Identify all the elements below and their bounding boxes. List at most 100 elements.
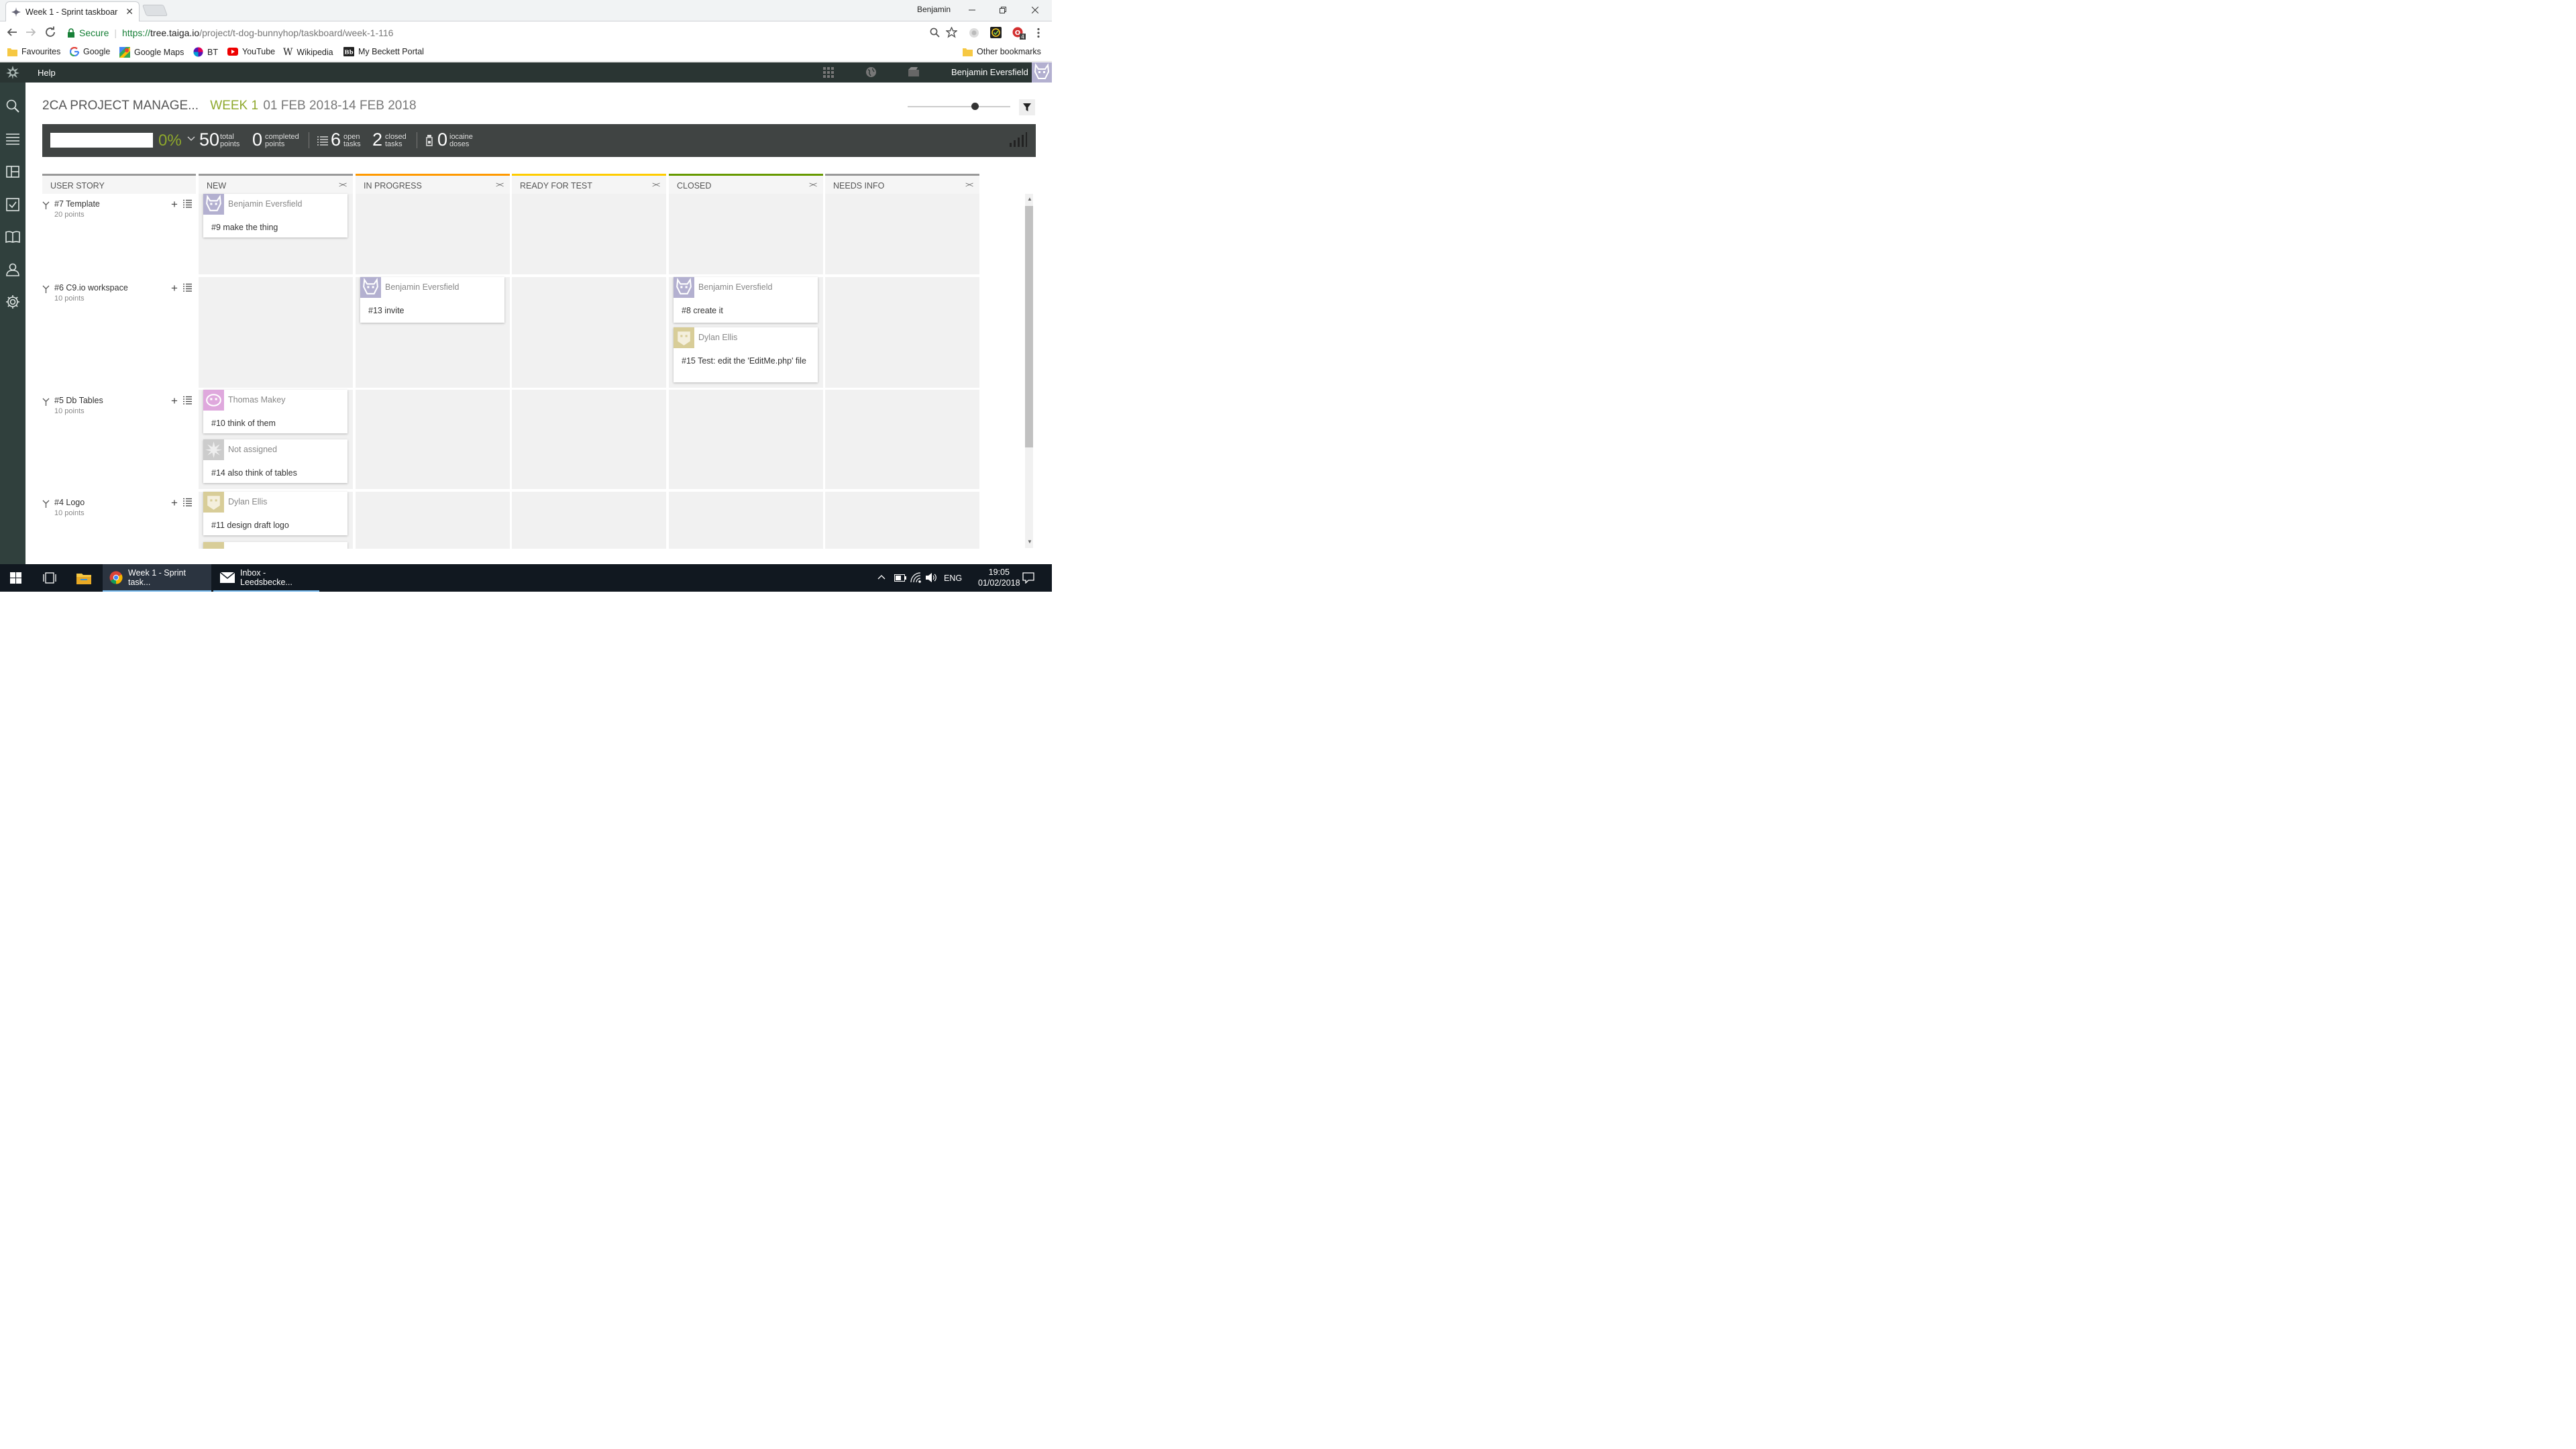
task-cell[interactable] [512,194,666,274]
add-task-icon[interactable]: + [171,282,178,295]
board-scrollbar[interactable]: ▲ ▼ [1025,194,1033,548]
new-tab-button[interactable] [142,5,168,16]
bookmark-google-maps[interactable]: Google Maps [119,47,184,58]
add-task-icon[interactable]: + [171,394,178,408]
help-link[interactable]: Help [38,68,56,78]
search-icon[interactable] [5,98,21,114]
task-view-icon[interactable] [43,572,56,584]
task-assignee[interactable]: Benjamin Eversfield [385,282,459,292]
task-cell[interactable] [669,390,823,489]
collapse-chevron-icon[interactable] [42,285,50,293]
battery-icon[interactable] [894,574,906,582]
add-task-icon[interactable]: + [171,198,178,211]
wiki-book-icon[interactable] [5,229,21,245]
wifi-icon[interactable] [910,572,921,583]
chevron-down-icon[interactable] [187,136,195,142]
task-assignee[interactable]: Benjamin Eversfield [228,199,302,209]
task-card[interactable]: Not assigned #14 also think of tables [203,439,347,483]
task-assignee[interactable]: Benjamin Eversfield [698,282,772,292]
task-cell[interactable] [199,277,353,388]
bookmark-google[interactable]: Google [70,47,110,56]
task-card[interactable]: Thomas Makey #10 think of them [203,390,347,433]
bookmark-star-icon[interactable] [946,27,957,38]
extension-red-badge-icon[interactable]: O4 [1012,26,1026,40]
clock[interactable]: 19:05 01/02/2018 [978,568,1020,588]
task-card[interactable]: Dylan Ellis #15 Test: edit the 'EditMe.p… [674,327,818,382]
scroll-up-arrow-icon[interactable]: ▲ [1027,196,1032,202]
scrollbar-thumb[interactable] [1025,206,1033,447]
close-tab-icon[interactable]: ✕ [125,6,133,17]
backlog-menu-icon[interactable] [5,131,21,147]
bookmark-beckett-portal[interactable]: Bb My Beckett Portal [343,47,424,56]
address-bar[interactable]: Secure | https://tree.taiga.io/project/t… [63,24,962,41]
user-story-title[interactable]: #4 Logo [54,498,85,507]
task-cell[interactable] [512,492,666,549]
task-title[interactable]: #8 create it [682,306,809,316]
kanban-board-icon[interactable] [5,164,21,180]
show-hidden-icons-chevron-up-icon[interactable] [877,574,885,580]
bulk-add-list-icon[interactable] [183,498,192,506]
discover-globe-icon[interactable] [865,66,877,78]
bulk-add-list-icon[interactable] [183,396,192,405]
bookmark-other[interactable]: Other bookmarks [963,47,1041,56]
scroll-down-arrow-icon[interactable]: ▼ [1027,539,1032,545]
forward-arrow-icon[interactable] [25,26,37,38]
task-title[interactable]: #9 make the thing [211,223,339,233]
zoom-slider[interactable] [908,103,1010,110]
task-cell[interactable] [825,492,979,549]
task-assignee[interactable]: Thomas Makey [228,395,285,405]
task-cell[interactable] [356,390,510,489]
task-cell[interactable] [356,492,510,549]
browser-tab[interactable]: Week 1 - Sprint taskboar ✕ [5,1,140,21]
user-story-title[interactable]: #7 Template [54,199,100,209]
zoom-search-icon[interactable] [930,28,940,38]
volume-speaker-icon[interactable] [926,573,937,582]
taskbar-app-chrome[interactable]: Week 1 - Sprint task... [103,564,211,592]
task-title[interactable]: #14 also think of tables [211,468,339,478]
task-card[interactable]: Benjamin Eversfield #9 make the thing [203,194,347,237]
bulk-add-list-icon[interactable] [183,283,192,292]
file-explorer-icon[interactable] [76,572,91,584]
extension-check-icon[interactable] [990,27,1002,38]
user-name[interactable]: Benjamin Eversfield [951,67,1028,77]
notifications-inbox-icon[interactable] [908,67,919,76]
bookmark-bt[interactable]: BT [193,47,218,57]
fold-column-icon[interactable]: >< [339,181,347,189]
task-cell[interactable] [669,194,823,274]
task-title[interactable]: #15 Test: edit the 'EditMe.php' file [682,356,809,366]
minimize-window-icon[interactable] [962,3,982,17]
restore-window-icon[interactable] [993,3,1013,17]
task-cell[interactable] [825,194,979,274]
back-arrow-icon[interactable] [6,26,18,38]
burndown-graph-toggle-icon[interactable] [1010,132,1027,147]
taiga-logo-icon[interactable] [6,66,19,79]
task-cell[interactable] [669,492,823,549]
user-story-title[interactable]: #5 Db Tables [54,396,103,405]
user-avatar[interactable] [1032,62,1052,83]
project-name[interactable]: 2CA PROJECT MANAGE... [42,99,199,113]
fold-column-icon[interactable]: >< [965,181,973,189]
task-title[interactable]: #13 invite [368,306,496,316]
profile-button[interactable]: Benjamin [917,5,951,14]
task-assignee[interactable]: Dylan Ellis [698,333,737,342]
task-cell[interactable] [512,390,666,489]
collapse-chevron-icon[interactable] [42,201,50,209]
task-assignee[interactable]: Not assigned [228,445,277,454]
bookmark-youtube[interactable]: YouTube [227,47,275,56]
filter-button[interactable] [1019,99,1035,115]
action-center-icon[interactable] [1022,572,1034,584]
windows-start-icon[interactable] [10,572,21,584]
task-card[interactable]: Benjamin Eversfield #8 create it [674,277,818,323]
task-card[interactable]: Dylan Ellis #11 design draft logo [203,492,347,535]
task-title[interactable]: #10 think of them [211,419,339,429]
collapse-chevron-icon[interactable] [42,500,50,508]
bulk-add-list-icon[interactable] [183,199,192,208]
issues-checklist-icon[interactable] [5,197,21,213]
bookmark-wikipedia[interactable]: W Wikipedia [283,47,333,58]
projects-grid-icon[interactable] [823,67,834,78]
add-task-icon[interactable]: + [171,496,178,510]
fold-column-icon[interactable]: >< [809,181,817,189]
extension-grey-icon[interactable] [969,28,979,38]
task-cell[interactable] [825,390,979,489]
task-cell[interactable] [356,194,510,274]
